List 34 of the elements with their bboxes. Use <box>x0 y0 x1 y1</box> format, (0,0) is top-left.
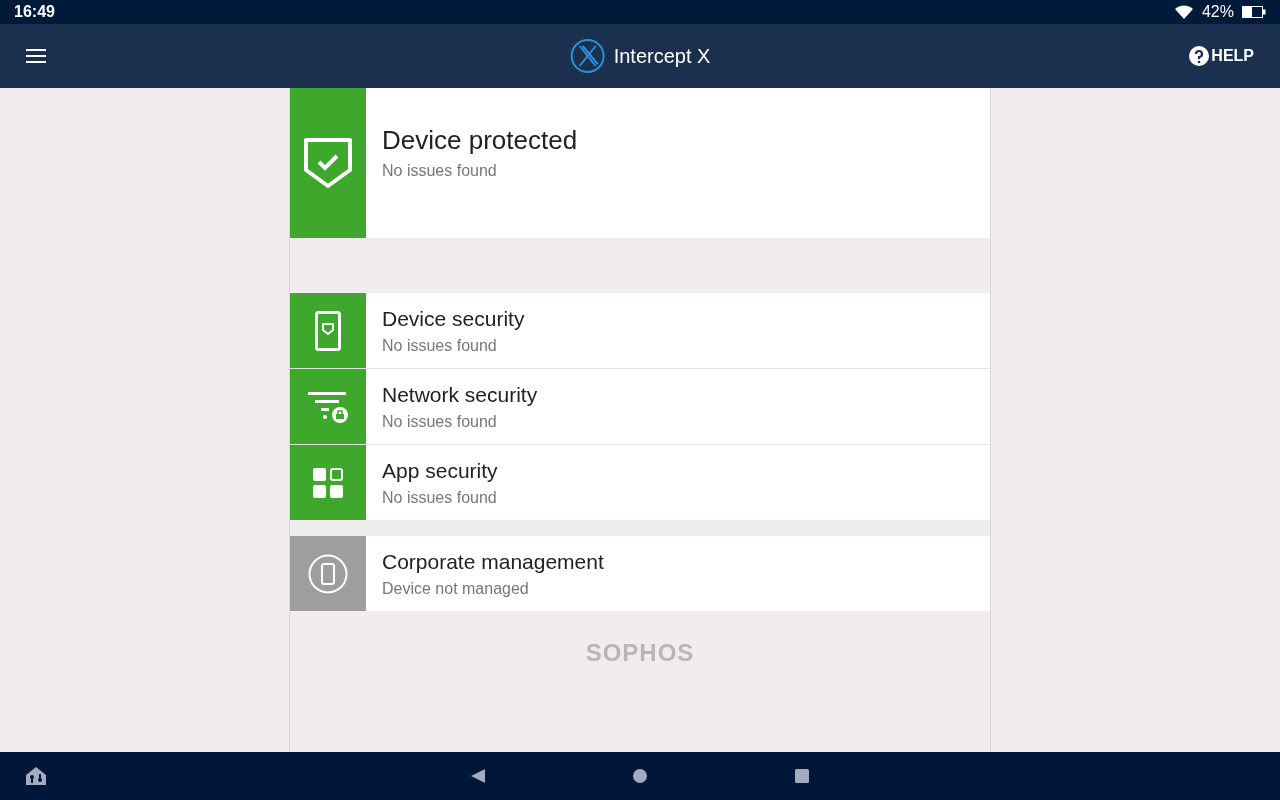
tablet-shield-icon <box>315 310 341 351</box>
item-title: Device security <box>382 306 525 331</box>
battery-icon <box>1242 6 1266 18</box>
battery-percent: 42% <box>1201 3 1234 21</box>
app-grid-icon <box>313 467 343 498</box>
item-subtitle: No issues found <box>382 336 498 355</box>
help-icon <box>1189 46 1210 66</box>
status-card[interactable]: Device protected No issues found <box>290 88 990 238</box>
home-icon[interactable] <box>632 768 648 784</box>
status-title: Device protected <box>382 124 578 156</box>
security-item[interactable]: Corporate management Device not managed <box>290 536 990 611</box>
phone-circle-icon <box>308 553 348 594</box>
brand-wordmark: SOPHOS <box>584 639 696 667</box>
filter-lock-icon <box>307 390 349 423</box>
status-subtitle: No issues found <box>382 161 498 180</box>
back-icon[interactable] <box>470 768 486 784</box>
clock-time: 16:49 <box>14 3 55 21</box>
security-item[interactable]: Device security No issues found <box>290 293 990 368</box>
item-subtitle: Device not managed <box>382 579 530 598</box>
security-item[interactable]: Network security No issues found <box>290 369 990 444</box>
menu-icon[interactable] <box>26 49 46 63</box>
wifi-icon <box>1173 4 1194 20</box>
recents-icon[interactable] <box>794 768 810 784</box>
help-button[interactable]: HELP <box>1189 46 1254 66</box>
item-subtitle: No issues found <box>382 412 498 431</box>
item-title: Network security <box>382 382 538 407</box>
shield-check-icon <box>303 137 353 189</box>
house-icon[interactable] <box>25 766 47 786</box>
x-logo-icon <box>569 38 606 74</box>
item-title: App security <box>382 458 498 483</box>
app-title: Intercept X <box>613 44 711 68</box>
security-item[interactable]: App security No issues found <box>290 445 990 520</box>
item-subtitle: No issues found <box>382 488 498 507</box>
item-title: Corporate management <box>382 549 604 574</box>
